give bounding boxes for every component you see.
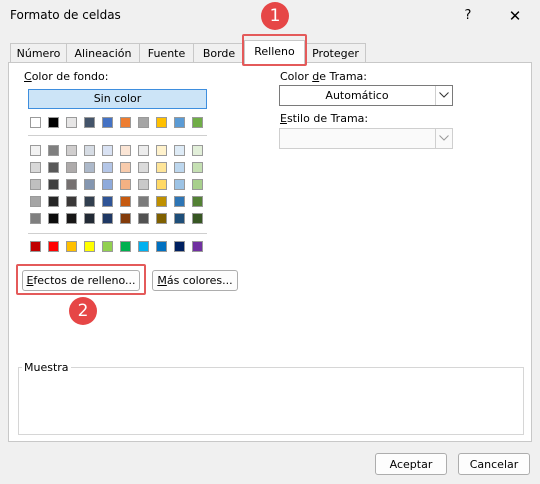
color-swatch[interactable]: [120, 179, 131, 190]
color-swatch[interactable]: [156, 196, 167, 207]
background-color-label: Color de fondo:: [24, 70, 109, 83]
pattern-style-label: Estilo de Trama:: [280, 112, 369, 125]
color-swatch[interactable]: [156, 241, 167, 252]
color-swatch[interactable]: [66, 145, 77, 156]
pattern-style-value: [280, 129, 434, 148]
color-swatch[interactable]: [84, 162, 95, 173]
color-swatch[interactable]: [174, 145, 185, 156]
palette-divider: [28, 233, 207, 234]
annotation-badge-1: 1: [261, 2, 289, 30]
cancel-button[interactable]: Cancelar: [458, 453, 530, 475]
color-swatch[interactable]: [84, 117, 95, 128]
color-swatch[interactable]: [120, 196, 131, 207]
color-swatch[interactable]: [138, 117, 149, 128]
color-swatch[interactable]: [138, 179, 149, 190]
sample-preview-box: [18, 367, 524, 435]
color-swatch[interactable]: [102, 213, 113, 224]
color-swatch[interactable]: [156, 117, 167, 128]
color-swatch[interactable]: [120, 162, 131, 173]
color-swatch[interactable]: [30, 241, 41, 252]
color-swatch[interactable]: [48, 213, 59, 224]
color-swatch[interactable]: [192, 213, 203, 224]
color-swatch[interactable]: [174, 117, 185, 128]
more-colors-button[interactable]: Más colores...: [152, 270, 238, 291]
pattern-color-label: Color de Trama:: [280, 70, 367, 83]
color-swatch[interactable]: [174, 162, 185, 173]
color-swatch[interactable]: [84, 145, 95, 156]
color-swatch[interactable]: [30, 213, 41, 224]
tab-fuente[interactable]: Fuente: [139, 43, 194, 63]
color-swatch[interactable]: [138, 213, 149, 224]
color-swatch[interactable]: [102, 162, 113, 173]
color-swatch[interactable]: [66, 196, 77, 207]
tab-numero[interactable]: Número: [10, 43, 67, 63]
color-swatch[interactable]: [156, 213, 167, 224]
color-swatch[interactable]: [192, 117, 203, 128]
sample-label: Muestra: [22, 361, 71, 374]
annotation-badge-2: 2: [69, 297, 97, 325]
color-swatch[interactable]: [174, 241, 185, 252]
pattern-color-value: Automático: [325, 89, 389, 102]
color-swatch[interactable]: [30, 179, 41, 190]
palette-divider: [28, 135, 207, 136]
tab-proteger[interactable]: Proteger: [305, 43, 366, 63]
color-swatch[interactable]: [48, 145, 59, 156]
color-swatch[interactable]: [102, 241, 113, 252]
dialog-title: Formato de celdas: [10, 8, 121, 22]
fill-effects-button[interactable]: Efectos de relleno...: [22, 270, 140, 291]
color-swatch[interactable]: [138, 241, 149, 252]
color-swatch[interactable]: [138, 196, 149, 207]
color-swatch[interactable]: [192, 179, 203, 190]
color-swatch[interactable]: [156, 145, 167, 156]
color-swatch[interactable]: [84, 196, 95, 207]
color-swatch[interactable]: [174, 196, 185, 207]
color-swatch[interactable]: [138, 145, 149, 156]
help-button[interactable]: ?: [454, 4, 482, 28]
color-swatch[interactable]: [156, 162, 167, 173]
color-swatch[interactable]: [30, 117, 41, 128]
ok-button[interactable]: Aceptar: [375, 453, 447, 475]
color-swatch[interactable]: [192, 145, 203, 156]
color-swatch[interactable]: [66, 117, 77, 128]
color-swatch[interactable]: [192, 162, 203, 173]
color-swatch[interactable]: [174, 179, 185, 190]
color-swatch[interactable]: [192, 241, 203, 252]
pattern-style-select[interactable]: [279, 128, 453, 149]
color-swatch[interactable]: [84, 213, 95, 224]
color-swatch[interactable]: [102, 179, 113, 190]
color-swatch[interactable]: [30, 145, 41, 156]
color-swatch[interactable]: [174, 213, 185, 224]
color-swatch[interactable]: [102, 117, 113, 128]
no-color-button[interactable]: Sin color: [28, 89, 207, 109]
chevron-down-icon[interactable]: [435, 86, 452, 105]
color-swatch[interactable]: [66, 241, 77, 252]
color-swatch[interactable]: [48, 241, 59, 252]
color-swatch[interactable]: [84, 241, 95, 252]
color-swatch[interactable]: [30, 162, 41, 173]
color-swatch[interactable]: [48, 196, 59, 207]
chevron-down-icon[interactable]: [435, 129, 452, 148]
color-swatch[interactable]: [156, 179, 167, 190]
color-swatch[interactable]: [30, 196, 41, 207]
color-swatch[interactable]: [120, 117, 131, 128]
color-swatch[interactable]: [66, 179, 77, 190]
color-swatch[interactable]: [192, 196, 203, 207]
color-swatch[interactable]: [48, 179, 59, 190]
color-swatch[interactable]: [48, 162, 59, 173]
color-swatch[interactable]: [84, 179, 95, 190]
color-swatch[interactable]: [66, 213, 77, 224]
tab-borde[interactable]: Borde: [193, 43, 245, 63]
close-button[interactable]: ✕: [500, 4, 530, 28]
color-swatch[interactable]: [138, 162, 149, 173]
color-swatch[interactable]: [102, 145, 113, 156]
color-swatch[interactable]: [102, 196, 113, 207]
pattern-color-select[interactable]: Automático: [279, 85, 453, 106]
color-swatch[interactable]: [120, 145, 131, 156]
color-swatch[interactable]: [120, 213, 131, 224]
color-swatch[interactable]: [66, 162, 77, 173]
color-swatch[interactable]: [120, 241, 131, 252]
tab-alineacion[interactable]: Alineación: [66, 43, 140, 63]
color-swatch[interactable]: [48, 117, 59, 128]
highlight-box-relleno-tab: [242, 34, 307, 66]
